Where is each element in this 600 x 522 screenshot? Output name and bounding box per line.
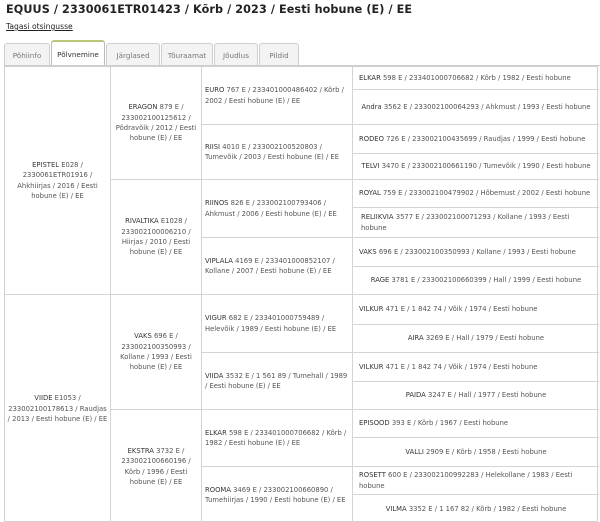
horse-name: TELVI — [361, 162, 380, 171]
horse-name: EKSTRA — [127, 446, 154, 455]
horse-details: 598 E / 233401000706682 / Kõrb / 1982 / … — [382, 74, 571, 83]
ancestor-cell[interactable]: EPISOOD 393 E / Kõrb / 1967 / Eesti hobu… — [355, 410, 597, 437]
ancestor-cell[interactable]: AIRA 3269 E / Hall / 1979 / Eesti hobune — [355, 325, 597, 352]
horse-name: ELKAR — [359, 74, 381, 83]
horse-name: AIRA — [407, 334, 424, 343]
horse-name: EURO — [205, 86, 225, 95]
tab-jarglased[interactable]: Järglased — [106, 43, 160, 66]
tab-pildid[interactable]: Pildid — [259, 43, 299, 66]
horse-name: RIVALTIKA — [125, 217, 159, 226]
ancestor-cell[interactable]: VALLI 2909 E / Kõrb / 1958 / Eesti hobun… — [355, 438, 597, 466]
horse-details: 600 E / 233002100992283 / Helekollane / … — [359, 471, 573, 490]
horse-details: 696 E / 233002100350993 / Kollane / 1993… — [378, 247, 576, 256]
great-grandparent-cell[interactable]: VIIDA 3532 E / 1 561 89 / Tumehall / 198… — [205, 353, 350, 409]
horse-name: VILKUR — [359, 362, 384, 371]
horse-name: VIGUR — [205, 314, 227, 323]
grandparent-cell[interactable]: RIVALTIKA E1028 / 233002100006210 / Hiir… — [113, 180, 199, 294]
horse-name: ERAGON — [128, 103, 158, 112]
horse-name: RELIIKVIA — [361, 213, 394, 222]
tab-polvnemine[interactable]: Põlvnemine — [51, 40, 105, 66]
horse-name: ROSETT — [359, 471, 386, 480]
horse-details: 767 E / 233401000486402 / Kõrb / 2002 / … — [205, 86, 344, 105]
ancestor-cell[interactable]: Andra 3562 E / 233002100064293 / Ahkmust… — [355, 90, 597, 124]
horse-name: VALLI — [405, 447, 424, 456]
ancestor-cell[interactable]: RELIIKVIA 3577 E / 233002100071293 / Kol… — [355, 208, 597, 237]
horse-details: 393 E / Kõrb / 1967 / Eesti hobune — [391, 419, 509, 428]
ancestor-cell[interactable]: PAIDA 3247 E / Hall / 1977 / Eesti hobun… — [355, 382, 597, 409]
horse-details: 2909 E / Kõrb / 1958 / Eesti hobune — [426, 447, 547, 456]
great-grandparent-cell[interactable]: VIPLALA 4169 E / 233401000852107 / Kolla… — [205, 238, 350, 294]
tab-pohiinfo[interactable]: Põhiinfo — [4, 43, 50, 66]
ancestor-cell[interactable]: VAKS 696 E / 233002100350993 / Kollane /… — [355, 238, 597, 266]
horse-details: 696 E / 233002100350993 / Kollane / 1993… — [120, 332, 192, 372]
horse-details: 3269 E / Hall / 1979 / Eesti hobune — [425, 334, 545, 343]
horse-name: VAKS — [134, 332, 152, 341]
horse-details: 3562 E / 233002100064293 / Ahkmust / 199… — [383, 102, 591, 111]
horse-details: 759 E / 233002100479902 / Hõbemust / 200… — [382, 189, 591, 198]
horse-name: VIPLALA — [205, 256, 233, 265]
horse-details: 726 E / 233002100435699 / Raudjas / 1999… — [386, 134, 586, 143]
sire-cell[interactable]: EPISTEL E028 / 2330061ETR01916 / Ahkhiir… — [7, 67, 108, 294]
ancestor-cell[interactable]: ROYAL 759 E / 233002100479902 / Hõbemust… — [355, 180, 597, 207]
back-to-search-link[interactable]: Tagasi otsingusse — [6, 22, 73, 31]
horse-name: VILKUR — [359, 305, 384, 314]
horse-name: ELKAR — [205, 428, 227, 437]
horse-details: 598 E / 233401000706682 / Kõrb / 1982 / … — [205, 428, 347, 447]
ancestor-cell[interactable]: VILKUR 471 E / 1 842 74 / Võik / 1974 / … — [355, 353, 597, 381]
horse-name: RAGE — [370, 276, 390, 285]
horse-details: 3532 E / 1 561 89 / Tumehall / 1989 / Ee… — [205, 371, 348, 390]
ancestor-cell[interactable]: RODEO 726 E / 233002100435699 / Raudjas … — [355, 125, 597, 153]
grandparent-cell[interactable]: ERAGON 879 E / 233002100125612 / Põdravõ… — [113, 67, 199, 179]
horse-details: 471 E / 1 842 74 / Võik / 1974 / Eesti h… — [385, 362, 538, 371]
tab-touraamat[interactable]: Tõuraamat — [161, 43, 213, 66]
great-grandparent-cell[interactable]: EURO 767 E / 233401000486402 / Kõrb / 20… — [205, 67, 350, 124]
great-grandparent-cell[interactable]: RIISI 4010 E / 233002100520803 / Tumevõi… — [205, 125, 350, 179]
horse-details: 4010 E / 233002100520803 / Tumevõik / 20… — [205, 142, 340, 161]
horse-name: ROYAL — [359, 189, 381, 198]
horse-name: EPISTEL — [32, 160, 60, 169]
grandparent-cell[interactable]: EKSTRA 3732 E / 233002100660196 / Kõrb /… — [113, 410, 199, 522]
horse-name: VIIDA — [205, 371, 224, 380]
horse-details: 3781 E / 233002100660399 / Hall / 1999 /… — [391, 276, 582, 285]
ancestor-cell[interactable]: ROSETT 600 E / 233002100992283 / Helekol… — [355, 467, 597, 494]
dam-cell[interactable]: VIIDE E1053 / 233002100178613 / Raudjas … — [7, 295, 108, 522]
horse-name: ROOMA — [205, 485, 231, 494]
horse-details: 471 E / 1 842 74 / Võik / 1974 / Eesti h… — [385, 305, 538, 314]
tab-joudlus[interactable]: Jõudlus — [214, 43, 258, 66]
horse-details: E1053 / 233002100178613 / Raudjas / 2013… — [7, 394, 108, 424]
grandparent-cell[interactable]: VAKS 696 E / 233002100350993 / Kollane /… — [113, 295, 199, 409]
ancestor-cell[interactable]: RAGE 3781 E / 233002100660399 / Hall / 1… — [355, 267, 597, 294]
horse-name: PAIDA — [405, 391, 426, 400]
horse-name: RIISI — [205, 142, 221, 151]
tab-bar: Põhiinfo Põlvnemine Järglased Tõuraamat … — [4, 40, 300, 66]
horse-details: 3470 E / 233002100661190 / Tumevõik / 19… — [381, 162, 591, 171]
great-grandparent-cell[interactable]: ROOMA 3469 E / 233002100660890 / Tumehii… — [205, 467, 350, 522]
horse-details: 3247 E / Hall / 1977 / Eesti hobune — [428, 391, 547, 400]
horse-name: VAKS — [359, 247, 377, 256]
horse-name: VILMA — [385, 504, 407, 513]
horse-details: 3352 E / 1 167 82 / Kõrb / 1982 / Eesti … — [408, 504, 567, 513]
horse-name: VIIDE — [34, 394, 53, 403]
great-grandparent-cell[interactable]: VIGUR 682 E / 233401000759489 / Helevõik… — [205, 295, 350, 352]
pedigree-table: EPISTEL E028 / 2330061ETR01916 / Ahkhiir… — [4, 66, 599, 522]
horse-name: Andra — [361, 102, 382, 111]
great-grandparent-cell[interactable]: ELKAR 598 E / 233401000706682 / Kõrb / 1… — [205, 410, 350, 466]
horse-name: RODEO — [359, 134, 384, 143]
ancestor-cell[interactable]: TELVI 3470 E / 233002100661190 / Tumevõi… — [355, 154, 597, 179]
horse-name: RIINOS — [205, 199, 229, 208]
horse-name: EPISOOD — [359, 419, 390, 428]
ancestor-cell[interactable]: VILKUR 471 E / 1 842 74 / Võik / 1974 / … — [355, 295, 597, 324]
great-grandparent-cell[interactable]: RIINOS 826 E / 233002100793406 / Ahkmust… — [205, 180, 350, 237]
page-title: EQUUS / 2330061ETR01423 / Kõrb / 2023 / … — [6, 3, 413, 16]
ancestor-cell[interactable]: VILMA 3352 E / 1 167 82 / Kõrb / 1982 / … — [355, 495, 597, 522]
ancestor-cell[interactable]: ELKAR 598 E / 233401000706682 / Kõrb / 1… — [355, 68, 597, 89]
